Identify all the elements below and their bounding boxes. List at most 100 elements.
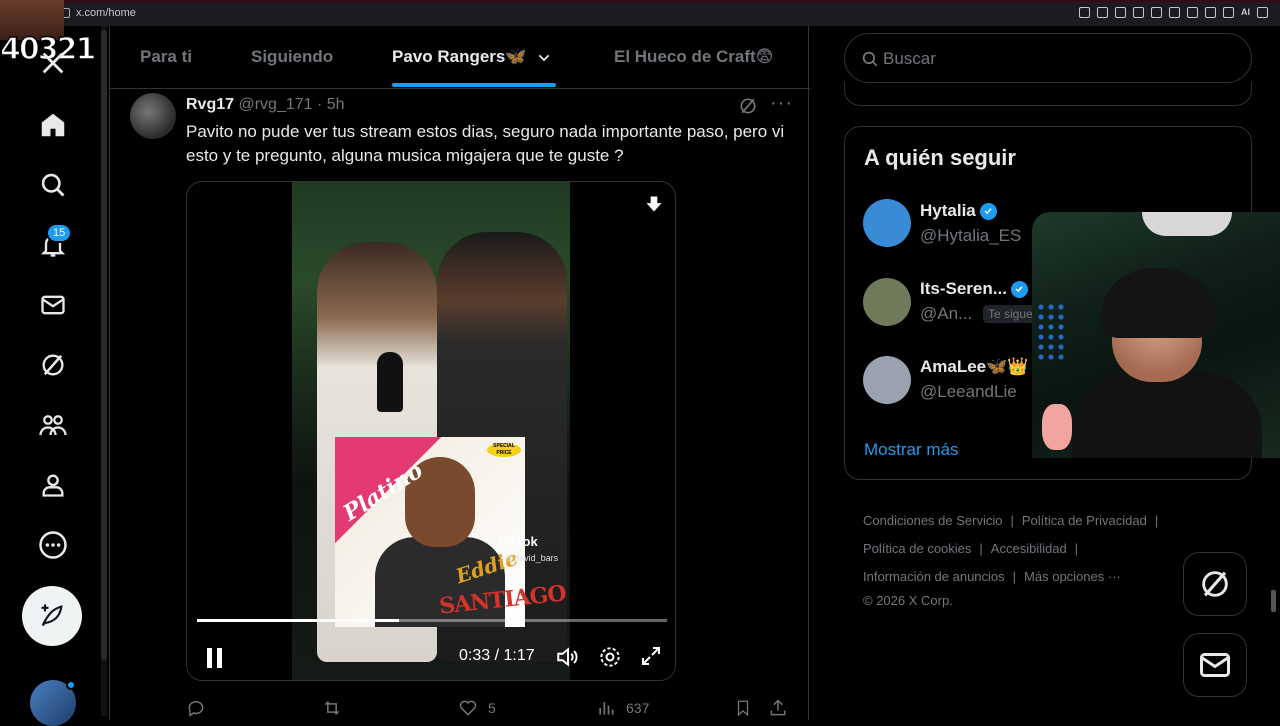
play-icon[interactable] bbox=[1151, 7, 1162, 18]
footer-separator: | bbox=[1074, 541, 1079, 556]
follow-handle-hytalia[interactable]: @Hytalia_ES bbox=[920, 226, 1021, 246]
tab-para-ti[interactable]: Para ti bbox=[140, 47, 192, 67]
follow-avatar-hytalia[interactable] bbox=[863, 199, 911, 247]
video-time: 0:33 / 1:17 bbox=[459, 647, 535, 664]
grok-floating-button[interactable] bbox=[1183, 552, 1247, 616]
verified-badge-icon bbox=[979, 202, 997, 220]
pin-icon[interactable] bbox=[1097, 7, 1108, 18]
tab-siguiendo[interactable]: Siguiendo bbox=[251, 47, 333, 67]
video-current-time: 0:33 bbox=[459, 647, 491, 664]
footer-link[interactable]: Condiciones de Servicio bbox=[863, 513, 1002, 528]
communities-icon[interactable] bbox=[36, 408, 70, 442]
heart-icon[interactable] bbox=[1169, 7, 1180, 18]
browser-extension-icons: AI bbox=[1079, 7, 1268, 18]
grok-explain-icon[interactable] bbox=[738, 96, 758, 116]
post-author-name[interactable]: Rvg17 bbox=[186, 96, 234, 113]
post-more-icon[interactable]: ··· bbox=[770, 92, 793, 115]
fullscreen-icon[interactable] bbox=[639, 644, 663, 668]
follow-handle-amalee[interactable]: @LeeandLie bbox=[920, 382, 1017, 402]
footer-link[interactable]: Política de Privacidad bbox=[1022, 513, 1147, 528]
tab-pavo-rangers[interactable]: Pavo Rangers🦋 bbox=[392, 47, 527, 67]
search-icon bbox=[861, 50, 879, 68]
compose-post-button[interactable] bbox=[22, 586, 82, 646]
footer-link[interactable]: Más opciones ··· bbox=[1024, 569, 1121, 584]
follow-avatar-its-seren[interactable] bbox=[863, 278, 911, 326]
follow-name-text: Its-Seren... bbox=[920, 279, 1007, 298]
heart-icon bbox=[459, 700, 477, 716]
microphone bbox=[377, 352, 403, 412]
follow-avatar-amalee[interactable] bbox=[863, 356, 911, 404]
share-button[interactable] bbox=[768, 698, 788, 718]
post-author-avatar[interactable] bbox=[130, 93, 176, 139]
search-box[interactable]: Buscar bbox=[844, 33, 1252, 83]
like-button[interactable]: 5 bbox=[458, 698, 496, 718]
download-icon[interactable] bbox=[1223, 7, 1234, 18]
footer-separator: | bbox=[1010, 513, 1014, 528]
webcam-person-hair bbox=[1100, 268, 1216, 338]
tiktok-watermark: TikTok bbox=[497, 534, 538, 549]
follow-name-hytalia[interactable]: Hytalia bbox=[920, 201, 997, 221]
reply-button[interactable] bbox=[186, 698, 206, 718]
zoom-icon[interactable] bbox=[1079, 7, 1090, 18]
repost-icon bbox=[324, 701, 340, 715]
webcam-fairy-lights bbox=[1036, 302, 1066, 362]
x-logo-icon[interactable] bbox=[36, 46, 70, 80]
album-sticker: SPECIAL PRICE bbox=[487, 443, 521, 457]
mail-icon bbox=[1200, 653, 1230, 677]
ai-icon[interactable]: AI bbox=[1241, 7, 1250, 18]
post-author-handle[interactable]: @rvg_171 bbox=[238, 96, 312, 113]
address-bar[interactable]: x.com/home bbox=[62, 7, 136, 19]
webcam-light bbox=[1142, 212, 1232, 236]
bookmark-icon[interactable] bbox=[1115, 7, 1126, 18]
post-text: Pavito no pude ver tus stream estos dias… bbox=[186, 122, 785, 165]
post-header: Rvg17 @rvg_171 · 5h bbox=[186, 96, 345, 114]
footer-link[interactable]: Política de cookies bbox=[863, 541, 971, 556]
more-icon[interactable] bbox=[36, 528, 70, 562]
footer-link[interactable]: Información de anuncios bbox=[863, 569, 1005, 584]
account-status-dot bbox=[66, 680, 76, 690]
post-timestamp[interactable]: · 5h bbox=[317, 96, 345, 113]
search-placeholder: Buscar bbox=[883, 49, 936, 68]
extensions-icon[interactable] bbox=[1187, 7, 1198, 18]
video-progress-fill bbox=[197, 619, 400, 622]
messages-icon[interactable] bbox=[36, 288, 70, 322]
download-icon[interactable] bbox=[644, 194, 664, 214]
timeline-tabs: Para ti Siguiendo Pavo Rangers🦋 El Hueco… bbox=[110, 26, 810, 89]
video-player[interactable]: Platino SPECIAL PRICE Eddie SANTIAGO Tik… bbox=[186, 181, 676, 681]
bookmark-button[interactable] bbox=[734, 698, 752, 718]
follow-name-text: AmaLee🦋👑 bbox=[920, 357, 1029, 376]
views-count: 637 bbox=[626, 700, 650, 716]
follow-handle-its-seren[interactable]: @An... bbox=[920, 304, 972, 324]
verified-badge-icon bbox=[1010, 280, 1028, 298]
who-to-follow-title: A quién seguir bbox=[864, 145, 1016, 170]
follow-name-text: Hytalia bbox=[920, 201, 976, 220]
chevron-down-icon[interactable] bbox=[536, 50, 552, 66]
left-scrollbar-thumb[interactable] bbox=[101, 30, 107, 660]
url-text: x.com/home bbox=[76, 7, 136, 19]
tab-el-hueco-de-craft[interactable]: El Hueco de Craft😨 bbox=[614, 47, 773, 67]
bookmark-icon bbox=[737, 700, 749, 717]
like-count: 5 bbox=[488, 700, 496, 716]
pause-icon[interactable] bbox=[205, 646, 225, 670]
repost-button[interactable] bbox=[321, 698, 343, 718]
views-button[interactable]: 637 bbox=[596, 698, 649, 718]
menu-icon[interactable] bbox=[1257, 7, 1268, 18]
feather-icon bbox=[41, 604, 63, 627]
share-icon bbox=[770, 699, 786, 716]
profile-icon[interactable] bbox=[36, 468, 70, 502]
follow-name-amalee[interactable]: AmaLee🦋👑 bbox=[920, 357, 1028, 377]
follow-name-its-seren[interactable]: Its-Seren... bbox=[920, 279, 1028, 299]
footer-link[interactable]: Accesibilidad bbox=[991, 541, 1067, 556]
account-icon[interactable] bbox=[1205, 7, 1216, 18]
grok-icon[interactable] bbox=[36, 348, 70, 382]
settings-gear-icon[interactable] bbox=[597, 644, 623, 670]
right-scrollbar-thumb[interactable] bbox=[1271, 590, 1276, 612]
search-icon[interactable] bbox=[36, 168, 70, 202]
shield-icon[interactable] bbox=[1133, 7, 1144, 18]
messages-floating-button[interactable] bbox=[1183, 633, 1247, 697]
grok-icon bbox=[1202, 571, 1228, 597]
album-cover: Platino SPECIAL PRICE Eddie SANTIAGO bbox=[335, 437, 567, 627]
show-more-link[interactable]: Mostrar más bbox=[864, 440, 958, 460]
volume-icon[interactable] bbox=[555, 644, 581, 670]
home-icon[interactable] bbox=[36, 108, 70, 142]
